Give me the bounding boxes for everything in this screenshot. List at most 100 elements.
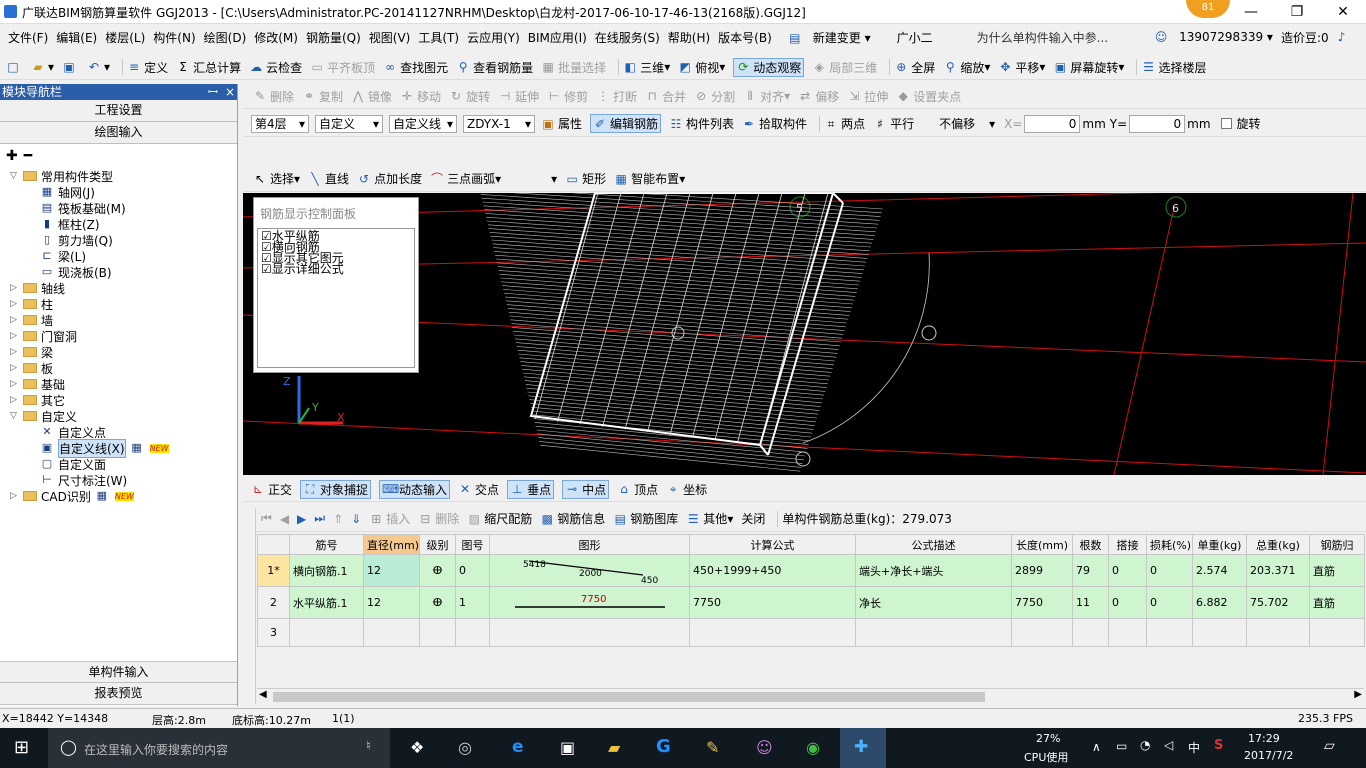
vertex-button[interactable]: ⌂ 顶点 bbox=[617, 481, 658, 498]
move-up-button[interactable]: ⇑ bbox=[333, 512, 343, 526]
cell-unit-weight[interactable]: 2.574 bbox=[1192, 554, 1247, 587]
cell-category[interactable] bbox=[1309, 618, 1365, 647]
cell-count[interactable] bbox=[1072, 618, 1109, 647]
tree-item[interactable]: ⊏ 梁(L) bbox=[40, 248, 86, 264]
header-count[interactable]: 根数 bbox=[1072, 534, 1109, 555]
cell-bar-no[interactable]: 水平纵筋.1 bbox=[289, 586, 364, 619]
define-button[interactable]: ≡ 定义 bbox=[127, 59, 168, 76]
perpendicular-button[interactable]: ⊥ 垂点 bbox=[507, 479, 555, 499]
wifi-icon[interactable]: ◔ bbox=[1140, 738, 1150, 752]
offset-select[interactable]: 不偏移 ▾ bbox=[936, 115, 998, 133]
grip-button[interactable]: ◆ 设置夹点 bbox=[896, 88, 962, 105]
new-change-button[interactable]: ▤ 新建变更 ▾ bbox=[780, 29, 871, 46]
align-slab-button[interactable]: ▭ 平齐板顶 bbox=[310, 59, 375, 76]
header-loss[interactable]: 损耗(%) bbox=[1146, 534, 1193, 555]
cell-figure[interactable] bbox=[455, 618, 490, 647]
rotate-checkbox[interactable] bbox=[1220, 118, 1232, 129]
dynamic-input-button[interactable]: ⌨ 动态输入 bbox=[379, 479, 451, 499]
line-tool-button[interactable]: ╲ 直线 bbox=[308, 170, 349, 187]
tree-item[interactable]: ▢ 自定义面 bbox=[40, 456, 106, 472]
smart-layout-button[interactable]: ▦ 智能布置 ▾ bbox=[614, 170, 686, 187]
cell-formula[interactable]: 7750 bbox=[689, 586, 856, 619]
two-point-button[interactable]: ⌗ 两点 bbox=[824, 115, 865, 132]
scale-rebar-button[interactable]: ▨ 缩尺配筋 bbox=[467, 510, 533, 527]
row-index[interactable]: 3 bbox=[257, 618, 290, 647]
expand-arrow-icon[interactable]: ▷ bbox=[10, 315, 20, 325]
glodon-app-icon[interactable]: G bbox=[656, 736, 671, 757]
cell-loss[interactable] bbox=[1146, 618, 1193, 647]
notification-badge[interactable]: 81 bbox=[1186, 0, 1230, 18]
merge-button[interactable]: ⊓ 合并 bbox=[645, 88, 686, 105]
menu-file[interactable]: 文件(F) bbox=[8, 29, 48, 46]
menu-bim[interactable]: BIM应用(I) bbox=[528, 29, 587, 46]
single-component-button[interactable]: 单构件输入 bbox=[0, 661, 237, 683]
midpoint-button[interactable]: ⊸ 中点 bbox=[562, 479, 610, 499]
ime-indicator[interactable]: 中 bbox=[1188, 739, 1200, 756]
tree-folder[interactable]: ▽ 常用构件类型 bbox=[10, 168, 113, 184]
summary-calc-button[interactable]: Σ 汇总计算 bbox=[176, 59, 241, 76]
pan-button[interactable]: ✥ 平移 ▾ bbox=[998, 59, 1045, 76]
cell-diameter[interactable]: 12 bbox=[363, 554, 420, 587]
header-total-weight[interactable]: 总重(kg) bbox=[1246, 534, 1310, 555]
menu-tools[interactable]: 工具(T) bbox=[418, 29, 459, 46]
select-floor-button[interactable]: ☰ 选择楼层 bbox=[1141, 59, 1206, 76]
other-button[interactable]: ☰ 其他 ▾ bbox=[686, 510, 733, 527]
cell-bar-no[interactable]: 横向钢筋.1 bbox=[289, 554, 364, 587]
app-spiral-icon[interactable]: ◎ bbox=[458, 738, 472, 757]
cell-lap[interactable]: 0 bbox=[1108, 586, 1147, 619]
tree-folder[interactable]: ▷ 基础 bbox=[10, 376, 65, 392]
menu-view[interactable]: 视图(V) bbox=[369, 29, 411, 46]
fullscreen-button[interactable]: ⊕ 全屏 bbox=[894, 59, 935, 76]
phone-account[interactable]: ☺ 13907298339 ▾ bbox=[1146, 30, 1273, 44]
close-panel-icon[interactable]: × bbox=[225, 84, 235, 100]
menu-edit[interactable]: 编辑(E) bbox=[56, 29, 97, 46]
horizontal-scrollbar[interactable]: ◀ ▶ bbox=[257, 688, 1364, 704]
menu-help[interactable]: 帮助(H) bbox=[668, 29, 710, 46]
tree-folder[interactable]: ▷ 门窗洞 bbox=[10, 328, 77, 344]
cell-description[interactable]: 净长 bbox=[855, 586, 1012, 619]
cell-grade[interactable] bbox=[419, 618, 456, 647]
notepad-icon[interactable]: ✎ bbox=[706, 738, 719, 757]
menu-component[interactable]: 构件(N) bbox=[153, 29, 195, 46]
collapse-all-icon[interactable]: ━ bbox=[24, 148, 32, 164]
last-row-button[interactable]: ⏭ bbox=[314, 511, 325, 526]
cell-length[interactable] bbox=[1011, 618, 1073, 647]
row-index[interactable]: 2 bbox=[257, 586, 290, 619]
table-row[interactable]: 2 水平纵筋.1 12 ⴲ 1 7750 7750 净长 7750 11 0 0… bbox=[257, 586, 1365, 619]
cell-length[interactable]: 2899 bbox=[1011, 554, 1073, 587]
coordinate-button[interactable]: ⌖ 坐标 bbox=[666, 481, 707, 498]
component-list-button[interactable]: ☷ 构件列表 bbox=[669, 115, 734, 132]
tree-folder[interactable]: ▷ CAD识别 ▦ NEW bbox=[10, 488, 134, 504]
menu-version[interactable]: 版本号(B) bbox=[718, 29, 772, 46]
menu-cloud[interactable]: 云应用(Y) bbox=[467, 29, 520, 46]
header-grade[interactable]: 级别 bbox=[419, 534, 456, 555]
table-row[interactable]: 3 bbox=[257, 618, 1365, 647]
collapse-arrow-icon[interactable]: ▽ bbox=[10, 411, 20, 421]
question-link[interactable]: 为什么单构件输入中参... bbox=[977, 29, 1108, 46]
expand-arrow-icon[interactable]: ▷ bbox=[10, 395, 20, 405]
cell-grade[interactable]: ⴲ bbox=[419, 554, 456, 587]
notifications-icon[interactable]: ▱ bbox=[1324, 738, 1335, 754]
cell-diameter[interactable] bbox=[363, 618, 420, 647]
tree-folder[interactable]: ▷ 墙 bbox=[10, 312, 53, 328]
expand-arrow-icon[interactable]: ▷ bbox=[10, 379, 20, 389]
table-row[interactable]: 1* 横向钢筋.1 12 ⴲ 0 5418 2000 450 450+1999+… bbox=[257, 554, 1365, 587]
windows-start-icon[interactable]: ⊞ bbox=[14, 737, 29, 758]
pick-component-button[interactable]: ✒ 拾取构件 bbox=[742, 115, 807, 132]
select-tool-button[interactable]: ↖ 选择 ▾ bbox=[253, 170, 300, 187]
pin-icon[interactable]: ꟷ bbox=[208, 84, 218, 100]
task-view-icon[interactable]: ❖ bbox=[410, 738, 424, 757]
menu-rebar[interactable]: 钢筋量(Q) bbox=[306, 29, 361, 46]
cell-total-weight[interactable] bbox=[1246, 618, 1310, 647]
break-button[interactable]: ⋮ 打断 bbox=[596, 88, 637, 105]
cell-unit-weight[interactable]: 6.882 bbox=[1192, 586, 1247, 619]
menu-floor[interactable]: 楼层(L) bbox=[105, 29, 145, 46]
tree-item[interactable]: ▭ 现浇板(B) bbox=[40, 264, 112, 280]
cell-shape[interactable]: 7750 bbox=[489, 586, 690, 619]
subtype-select[interactable]: 自定义线 ▾ bbox=[389, 114, 457, 133]
tree-folder[interactable]: ▷ 梁 bbox=[10, 344, 53, 360]
stretch-button[interactable]: ⇲ 拉伸 bbox=[847, 88, 888, 105]
rectangle-button[interactable]: ▭ 矩形 bbox=[565, 170, 606, 187]
align-button[interactable]: ⫴ 对齐 ▾ bbox=[743, 88, 791, 105]
expand-arrow-icon[interactable]: ▷ bbox=[10, 491, 20, 501]
